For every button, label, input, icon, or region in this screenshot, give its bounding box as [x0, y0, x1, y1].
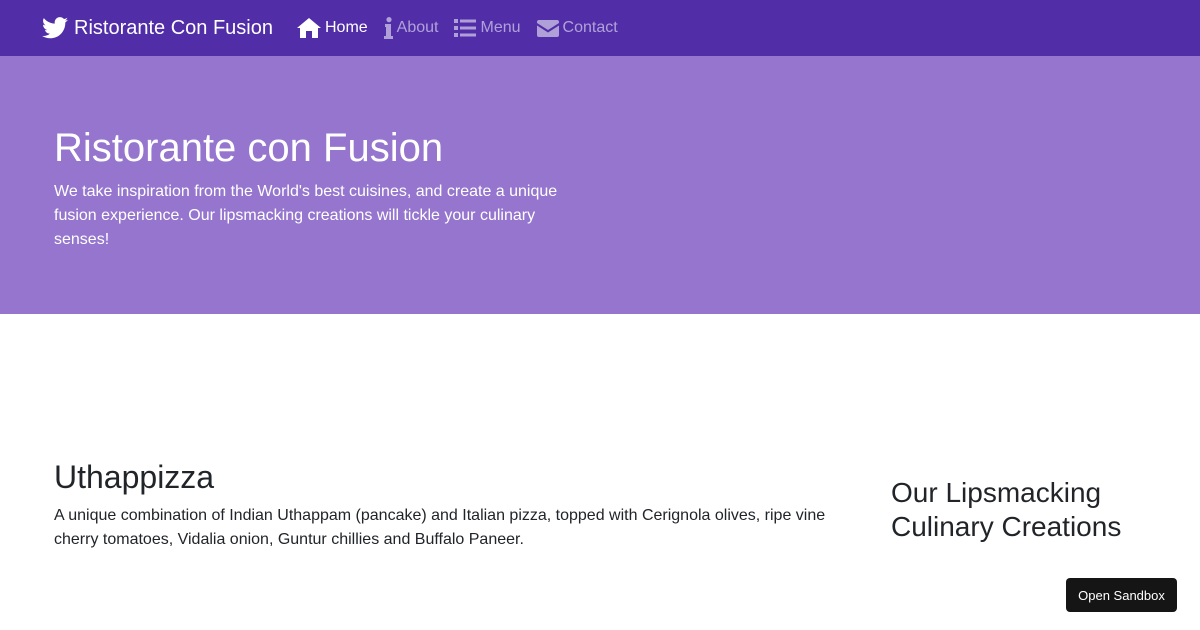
brand-name: Ristorante Con Fusion — [74, 16, 273, 39]
nav-item-menu[interactable]: Menu — [454, 19, 521, 37]
nav-item-about-label: About — [396, 19, 439, 36]
nav-item-about[interactable]: About — [383, 17, 439, 39]
nav-item-home[interactable]: Home — [296, 18, 368, 38]
jumbotron-title: Ristorante con Fusion — [54, 126, 444, 170]
twitter-bird-icon — [42, 17, 68, 39]
nav-item-contact-label: Contact — [562, 19, 618, 36]
jumbotron: Ristorante con Fusion We take inspiratio… — [0, 56, 1200, 314]
nav-item-home-label: Home — [324, 19, 368, 36]
list-icon — [454, 19, 477, 37]
aside-heading: Our Lipsmacking Culinary Creations — [891, 477, 1122, 542]
nav-item-menu-label: Menu — [480, 19, 521, 36]
info-icon — [383, 17, 393, 39]
dish-description: A unique combination of Indian Uthappam … — [54, 507, 826, 548]
jumbotron-text: We take inspiration from the World's bes… — [54, 183, 558, 248]
home-icon — [296, 18, 321, 38]
nav-item-contact[interactable]: Contact — [536, 19, 618, 37]
dish-section: Uthappizza A unique combination of India… — [54, 458, 864, 552]
brand-link[interactable]: Ristorante Con Fusion — [42, 17, 273, 40]
nav-links: Home About Menu Contact — [296, 17, 634, 39]
aside-section: Our Lipsmacking Culinary Creations — [891, 476, 1171, 544]
dish-title: Uthappizza — [54, 459, 215, 495]
navbar: Ristorante Con Fusion Home About Menu Co… — [0, 0, 1200, 56]
envelope-icon — [536, 19, 559, 37]
open-sandbox-button[interactable]: Open Sandbox — [1066, 578, 1177, 612]
